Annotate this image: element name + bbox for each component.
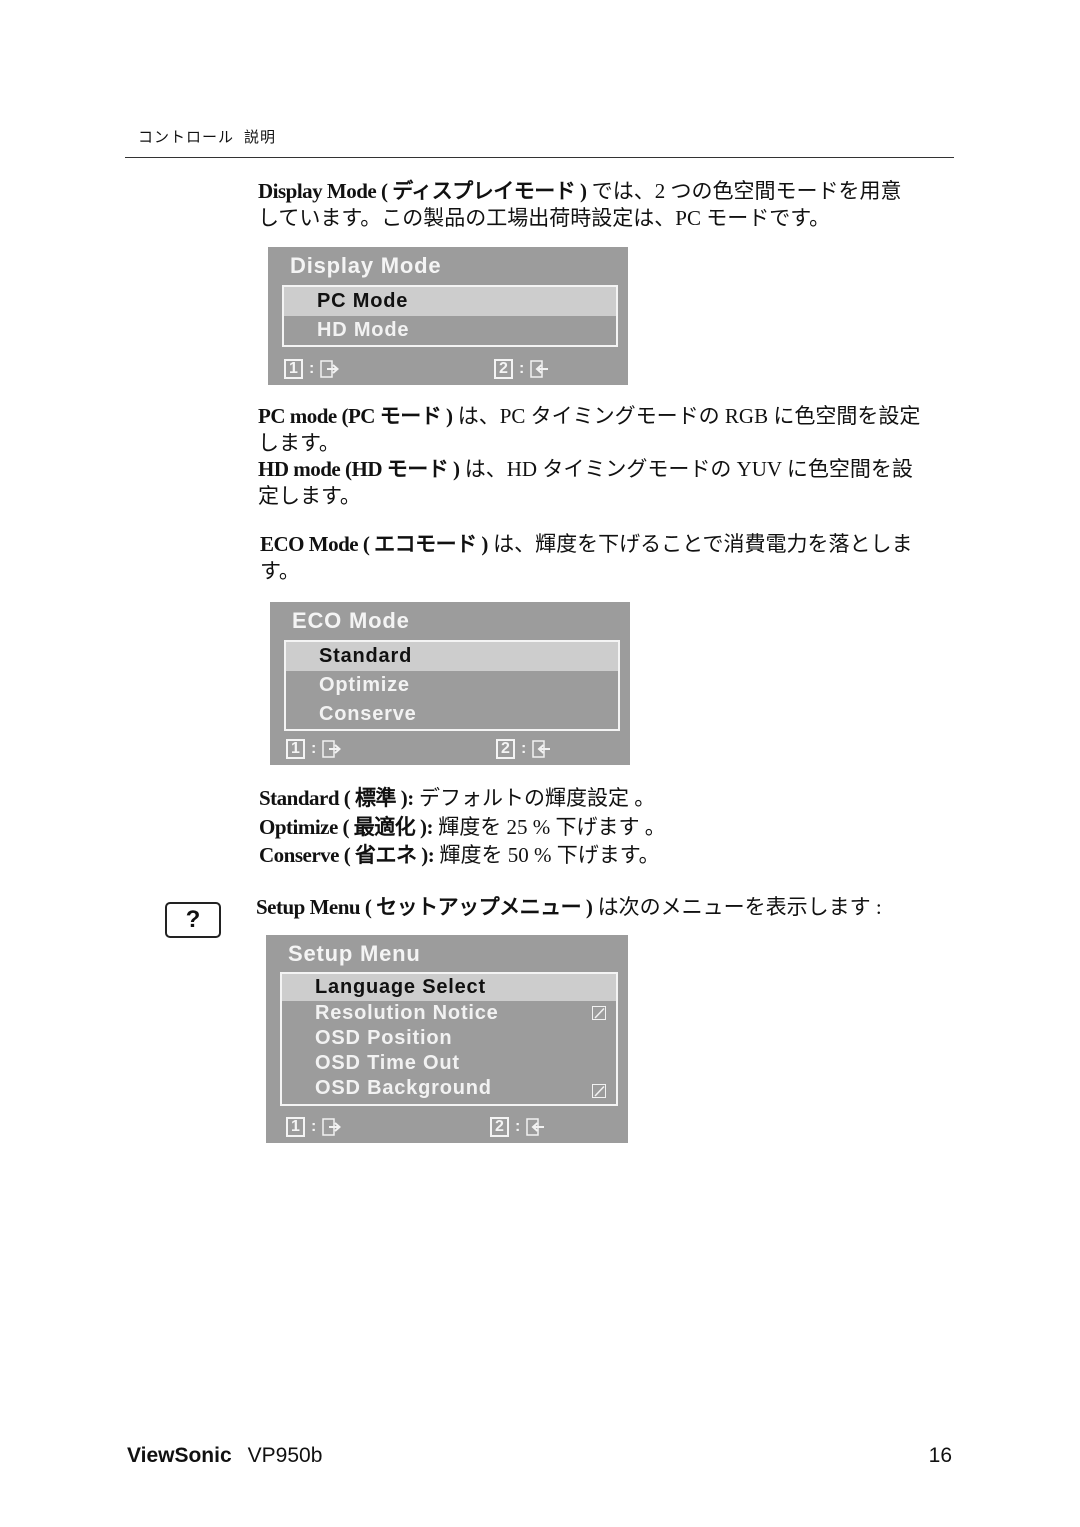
key-2-icon: 2 [496,739,515,759]
osd-item-label: OSD Background [315,1077,492,1099]
section-header: コントロール 説明 [138,126,276,147]
hd-mode-text: は、HD タイミングモードの YUV に色空間を設 [459,457,913,481]
osd-item-hd-mode[interactable]: HD Mode [284,316,616,345]
eco-desc-term: Optimize ( 最適化 ): [259,814,434,839]
setup-menu-osd: Setup Menu Language Select Resolution No… [266,935,628,1143]
osd-item-standard[interactable]: Standard [286,642,618,671]
osd-item-label: Resolution Notice [315,1002,499,1024]
eco-desc-text: 輝度を 25 % 下げます 。 [433,814,666,839]
setup-menu-term: Setup Menu ( セットアップメニュー ) [256,895,593,919]
osd-key-legend: 1 : 2 : [282,1115,618,1139]
osd-item-optimize[interactable]: Optimize [286,671,618,700]
eco-mode-intro-text-2: す。 [260,559,300,583]
setup-menu-intro-text: は次のメニューを表示します : [592,895,882,919]
display-mode-intro-text-2: しています。この製品の工場出荷時設定は、PC モードです。 [258,206,831,230]
hd-mode-term: HD mode (HD モード ) [258,457,460,481]
osd-item-language-select[interactable]: Language Select [282,974,616,1001]
key-2-enter: 2 : [496,737,554,761]
osd-item-resolution-notice[interactable]: Resolution Notice [282,1001,616,1026]
osd-menu-list: Language Select Resolution Notice OSD Po… [280,972,618,1106]
exit-icon [322,1118,342,1136]
key-2-icon: 2 [494,359,513,379]
osd-title: ECO Mode [292,608,410,633]
setup-menu-intro: Setup Menu ( セットアップメニュー ) は次のメニューを表示します … [256,894,956,921]
eco-desc-text: デフォルトの輝度設定 。 [413,786,656,810]
model-name: VP950b [247,1444,323,1467]
display-mode-osd: Display Mode PC Mode HD Mode 1 : 2 : [268,247,628,385]
eco-desc-conserve: Conserve ( 省エネ ): 輝度を 50 % 下げます。 [259,841,959,870]
osd-item-osd-background[interactable]: OSD Background [282,1076,616,1104]
brand-name: ViewSonic [127,1444,232,1467]
checkbox-icon[interactable] [592,1084,606,1098]
osd-title: Display Mode [290,253,442,278]
display-mode-intro-text: では、2 つの色空間モードを用意 [586,179,902,203]
eco-desc-term: Conserve ( 省エネ ): [259,843,435,867]
key-1-icon: 1 [286,1117,305,1137]
pc-mode-text-2: します。 [258,431,340,455]
eco-desc-standard: Standard ( 標準 ): デフォルトの輝度設定 。 [259,784,959,813]
osd-title: Setup Menu [288,941,421,966]
key-2-enter: 2 : [494,357,552,381]
osd-key-legend: 1 : 2 : [286,737,620,761]
pc-mode-description: PC mode (PC モード ) は、PC タイミングモードの RGB に色空… [258,403,958,457]
eco-desc-optimize: Optimize ( 最適化 ): 輝度を 25 % 下げます 。 [259,813,959,842]
osd-item-label: Language Select [315,976,486,998]
key-1-icon: 1 [284,359,303,379]
eco-mode-osd: ECO Mode Standard Optimize Conserve 1 : … [270,602,630,765]
osd-menu-list: PC Mode HD Mode [282,285,618,347]
key-1-icon: 1 [286,739,305,759]
eco-desc-term: Standard ( 標準 ): [259,786,414,810]
page-number: 16 [928,1444,952,1467]
eco-mode-intro-text: は、輝度を下げることで消費電力を落としま [487,532,913,556]
osd-item-pc-mode[interactable]: PC Mode [284,287,616,316]
osd-item-osd-time-out[interactable]: OSD Time Out [282,1051,616,1076]
display-mode-term: Display Mode ( ディスプレイモード ) [258,179,587,203]
osd-key-legend: 1 : 2 : [284,357,618,381]
exit-icon [322,740,342,758]
pc-mode-term: PC mode (PC モード ) [258,404,453,428]
enter-icon [530,360,549,378]
key-2-enter: 2 : [490,1115,548,1139]
osd-item-conserve[interactable]: Conserve [286,700,618,729]
enter-icon [532,740,551,758]
section-title: コントロール [138,128,235,146]
hd-mode-text-2: 定します。 [258,484,361,508]
footer-brand: ViewSonic VP950b [127,1444,322,1468]
key-1-exit: 1 : [286,1115,344,1139]
pc-mode-text: は、PC タイミングモードの RGB に色空間を設定 [452,404,921,428]
display-mode-intro: Display Mode ( ディスプレイモード ) では、2 つの色空間モード… [258,178,958,232]
osd-menu-list: Standard Optimize Conserve [284,640,620,731]
osd-item-osd-position[interactable]: OSD Position [282,1026,616,1051]
checkbox-icon[interactable] [592,1006,606,1020]
header-divider [125,157,954,158]
help-icon: ? [165,902,221,938]
exit-icon [320,360,340,378]
key-2-icon: 2 [490,1117,509,1137]
enter-icon [526,1118,545,1136]
key-1-exit: 1 : [284,357,342,381]
eco-mode-descriptions: Standard ( 標準 ): デフォルトの輝度設定 。 Optimize (… [259,784,959,870]
eco-mode-intro: ECO Mode ( エコモード ) は、輝度を下げることで消費電力を落としま … [260,531,960,585]
osd-item-label: OSD Position [315,1027,453,1049]
osd-item-label: OSD Time Out [315,1052,460,1074]
key-1-exit: 1 : [286,737,344,761]
eco-desc-text: 輝度を 50 % 下げます。 [434,843,660,867]
section-subtitle: 説明 [244,128,277,146]
hd-mode-description: HD mode (HD モード ) は、HD タイミングモードの YUV に色空… [258,456,958,510]
eco-mode-term: ECO Mode ( エコモード ) [260,532,488,556]
